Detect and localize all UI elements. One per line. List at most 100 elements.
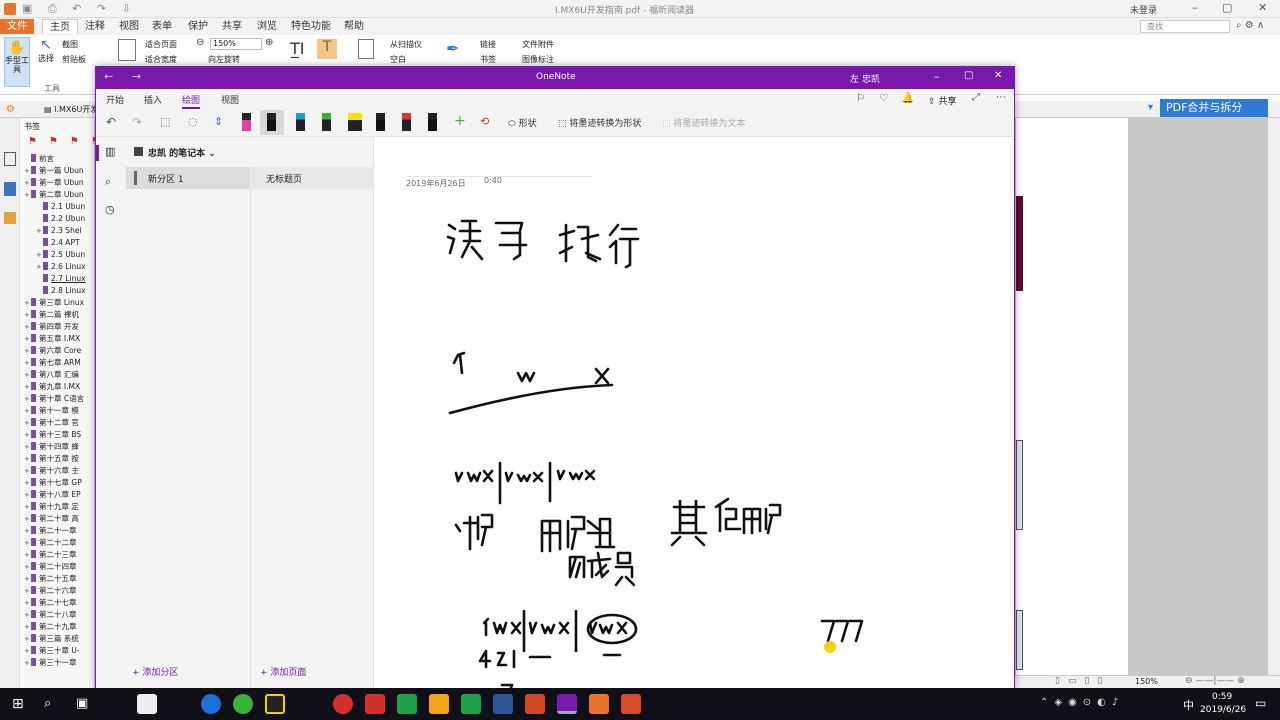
expand-toggle-icon[interactable]: + [24, 489, 31, 501]
expand-toggle-icon[interactable]: + [24, 465, 31, 477]
bookmark-item[interactable]: + 第五章 I.MX [24, 333, 80, 345]
expand-toggle-icon[interactable]: + [36, 225, 43, 237]
attachments-icon[interactable] [4, 212, 16, 224]
share-button[interactable]: ⇪ 共享 [928, 94, 956, 107]
highlighter-yellow[interactable] [348, 113, 362, 131]
pen-pink[interactable] [242, 113, 251, 131]
status-zoom[interactable]: 150% [1135, 677, 1158, 686]
zoom-select[interactable]: 150% [210, 38, 262, 50]
bookmark-item[interactable]: 2.1 Ubun [36, 201, 85, 213]
expand-toggle-icon[interactable]: + [24, 657, 31, 669]
expand-toggle-icon[interactable]: + [24, 441, 31, 453]
maximize-icon[interactable]: ▢ [964, 70, 973, 81]
expand-toggle-icon[interactable]: + [24, 609, 31, 621]
expand-toggle-icon[interactable]: + [24, 165, 31, 177]
pen-black-2[interactable] [376, 113, 385, 131]
foxit-home-icon[interactable]: ⚙ [6, 104, 15, 115]
bookmark-item[interactable]: + 第三章 Linux [24, 297, 84, 309]
expand-toggle-icon[interactable]: + [24, 585, 31, 597]
windows-start-icon[interactable]: ⊞ [12, 696, 24, 712]
expand-icon[interactable]: ⤢ [972, 92, 980, 103]
bookmark-item[interactable]: 前言 [24, 153, 54, 165]
textbox-icon[interactable]: T [317, 39, 337, 59]
netease-music-icon[interactable] [333, 694, 353, 714]
dropdown-icon[interactable]: ▾ [1148, 102, 1153, 113]
blank-page-button[interactable]: 空白 [390, 54, 406, 65]
add-section-button[interactable]: + 添加分区 [132, 665, 178, 678]
expand-toggle-icon[interactable]: + [24, 393, 31, 405]
app-c-icon[interactable] [621, 694, 641, 714]
onenote-taskbar-icon[interactable] [557, 694, 577, 714]
layers-icon[interactable] [4, 182, 16, 196]
bookmark-item[interactable]: + 第八章 汇编 [24, 369, 79, 381]
clipboard-button[interactable]: 剪贴板 [62, 54, 86, 65]
powerpoint-icon[interactable] [525, 694, 545, 714]
bookmark-item[interactable]: + 第六章 Core [24, 345, 81, 357]
bookmark-item[interactable]: + 第二十三章 [24, 549, 77, 561]
tab-browse[interactable]: 浏览 [250, 19, 284, 34]
tab-view[interactable]: 视图 [112, 19, 146, 34]
word-icon[interactable] [493, 694, 513, 714]
insert-space-icon[interactable]: ⇕ [214, 115, 223, 128]
notebook-name[interactable]: 忠凯 的笔记本 ⌄ [148, 146, 216, 159]
expand-toggle-icon[interactable]: + [24, 597, 31, 609]
bookmark-item[interactable]: 2.2 Ubun [36, 213, 85, 225]
bookmark-item[interactable]: + 第三十一章 [24, 657, 77, 669]
expand-toggle-icon[interactable]: + [24, 177, 31, 189]
bookmark-item[interactable]: + 第二十七章 [24, 597, 77, 609]
bookmark-item[interactable]: + 第十七章 GP [24, 477, 82, 489]
expand-toggle-icon[interactable]: + [36, 249, 43, 261]
close-icon[interactable]: ✕ [1258, 1, 1267, 14]
bookmark-item[interactable]: + 第二章 Ubun [24, 189, 84, 201]
tab-insert[interactable]: 插入 [144, 93, 162, 106]
bookmark-button[interactable]: 书签 [480, 54, 496, 65]
minimize-icon[interactable]: – [1192, 1, 1198, 14]
expand-toggle-icon[interactable]: + [24, 477, 31, 489]
tab-form[interactable]: 表单 [145, 19, 179, 34]
page-item[interactable]: 无标题页 [250, 167, 374, 189]
bookmark-item[interactable]: + 第一篇 Ubun [24, 165, 84, 177]
bookmark-item[interactable]: + 第二十八章 [24, 609, 77, 621]
bookmark-item[interactable]: 2.8 Linux [36, 285, 86, 297]
tab-share[interactable]: 共享 [215, 19, 249, 34]
expand-toggle-icon[interactable]: + [24, 369, 31, 381]
recent-icon[interactable]: ◷ [105, 203, 115, 216]
bookmark-item[interactable]: + 第二十九章 [24, 621, 77, 633]
bookmark-item[interactable]: + 第十一章 模 [24, 405, 79, 417]
bookmark-item[interactable]: + 第三篇 系统 [24, 633, 79, 645]
pen-black-3[interactable] [428, 113, 437, 131]
bookmark-item[interactable]: + 第一章 Ubun [24, 177, 84, 189]
tab-file[interactable]: 文件 [0, 19, 34, 34]
expand-toggle-icon[interactable]: + [24, 417, 31, 429]
expand-toggle-icon[interactable]: + [24, 345, 31, 357]
back-icon[interactable]: ← [104, 70, 113, 83]
eraser-icon[interactable]: ◌ [188, 115, 198, 128]
quick-access-toolbar[interactable]: ▣ ⎙ ↶ ↷ ⇩ [22, 2, 137, 16]
insert-page-icon[interactable] [358, 39, 374, 59]
tab-home[interactable]: 主页 [42, 19, 78, 34]
tab-view[interactable]: 视图 [221, 93, 239, 106]
expand-toggle-icon[interactable]: + [24, 381, 31, 393]
forward-icon[interactable]: → [132, 70, 141, 83]
add-page-button[interactable]: + 添加页面 [260, 665, 306, 678]
expand-toggle-icon[interactable]: + [24, 621, 31, 633]
shapes-button[interactable]: ⬭ 形状 [508, 116, 537, 129]
image-annotation-button[interactable]: 图像标注 [522, 54, 554, 65]
rotate-left-button[interactable]: 向左旋转 [208, 54, 240, 65]
code-editor-icon[interactable] [461, 694, 481, 714]
bookmark-item[interactable]: + 第三十章 U- [24, 645, 80, 657]
pen-green[interactable] [322, 113, 331, 131]
zoom-out-icon[interactable]: ⊖ [196, 37, 204, 48]
ink-to-text-button[interactable]: ⬚ 将墨迹转换为文本 [662, 116, 745, 129]
fit-page-button[interactable]: 适合页面 [145, 39, 177, 50]
file-attachment-button[interactable]: 文件附件 [522, 39, 554, 50]
expand-toggle-icon[interactable]: + [24, 333, 31, 345]
vertical-scrollbar[interactable] [1268, 118, 1280, 675]
section-item[interactable]: 新分区 1 [126, 167, 250, 189]
screenshot-button[interactable]: 截图 [62, 39, 78, 50]
redo-icon[interactable]: ↷ [132, 115, 142, 129]
login-status[interactable]: 未登录 [1130, 3, 1157, 16]
bookmark-item[interactable]: + 第二十六章 [24, 585, 77, 597]
bookmark-item[interactable]: + 第十二章 官 [24, 417, 79, 429]
expand-toggle-icon[interactable]: + [24, 309, 31, 321]
